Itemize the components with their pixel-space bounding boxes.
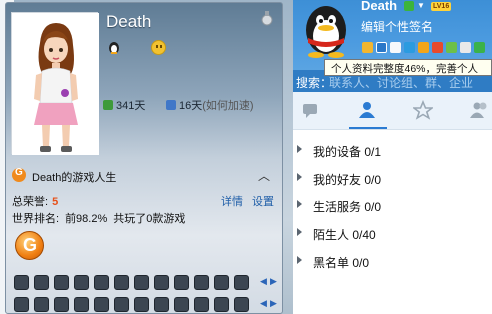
scroll-right-icon[interactable]: ▶ [270,276,277,287]
expand-arrow-icon [297,256,302,264]
collapse-chevron-icon[interactable]: ︿ [258,167,270,184]
service-icon-row-2: ◀ ▶ [10,295,280,313]
group-name: 陌生人 [313,228,350,242]
online-days: 341天 [103,97,145,113]
service-icon[interactable] [134,275,149,290]
weibo-icon[interactable] [404,42,415,53]
game-icon[interactable] [474,42,485,53]
profile-card: Death 341天 16天(如何加速) Death的游戏人生 ︿ 总荣誉:5 … [5,2,283,314]
qq-penguin-icon[interactable] [107,40,121,54]
group-count: 0/1 [364,145,382,159]
scroll-left-icon[interactable]: ◀ [260,276,267,287]
app-icon[interactable] [74,297,89,312]
contact-group[interactable]: 我的设备 0/1 [293,138,492,162]
group-name: 我的好友 [313,173,362,187]
service-icon[interactable] [154,297,169,312]
main-nickname[interactable]: Death [361,0,397,13]
tab-favorites-icon[interactable] [413,100,433,120]
service-icon[interactable] [134,297,149,312]
service-icon[interactable] [114,297,129,312]
game-center-icon[interactable] [15,231,44,260]
settings-link[interactable]: 设置 [252,193,274,209]
group-name: 生活服务 [313,200,362,214]
wallet-icon[interactable] [432,42,443,53]
photo-icon[interactable] [446,42,457,53]
group-name: 黑名单 [313,256,350,270]
group-count: 0/0 [364,200,382,214]
service-icon[interactable] [34,297,49,312]
service-icon[interactable] [114,275,129,290]
status-dropdown-icon[interactable]: ▼ [417,1,425,10]
expand-arrow-icon [297,200,302,208]
group-count: 0/0 [364,173,382,187]
group-count: 0/0 [352,256,370,270]
service-icon[interactable] [94,297,109,312]
expand-arrow-icon [297,173,302,181]
service-icon[interactable] [194,275,209,290]
service-icon[interactable] [174,297,189,312]
level-badge[interactable]: LV16 [431,2,452,11]
smiley-icon[interactable] [151,40,166,55]
speedup-link[interactable]: (如何加速) [202,100,253,112]
contact-group[interactable]: 我的好友 0/0 [293,166,492,190]
service-icon-row-1: ◀ ▶ [10,273,280,293]
game-section-title: Death的游戏人生 [32,172,117,184]
profile-nickname: Death [106,12,152,31]
service-icon[interactable] [154,275,169,290]
service-icon[interactable] [74,275,89,290]
expand-arrow-icon [297,145,302,153]
clock-icon [166,100,176,110]
shop-icon[interactable] [418,42,429,53]
service-icon[interactable] [194,297,209,312]
service-icon[interactable] [14,275,29,290]
contact-group[interactable]: 生活服务 0/0 [293,193,492,217]
qq-main-panel: Death ▼ LV16 编辑个性签名 搜索： 联系人、讨论组、群、企业 我的设… [293,0,492,314]
service-icon[interactable] [14,297,29,312]
contact-group[interactable]: 黑名单 0/0 [293,249,492,273]
panel-tabs [293,92,492,130]
service-icon[interactable] [214,297,229,312]
service-icon[interactable] [214,275,229,290]
star-icon[interactable] [362,42,373,53]
mail-icon[interactable] [390,42,401,53]
scroll-left-icon[interactable]: ◀ [260,298,267,309]
signature-input[interactable]: 编辑个性签名 [361,18,433,35]
qq-game-icon [12,167,26,182]
online-status-icon[interactable] [404,1,414,11]
service-icon[interactable] [34,275,49,290]
qq-avatar[interactable] [302,0,350,58]
qzone-icon[interactable] [376,42,387,53]
tab-contacts-icon[interactable] [357,100,377,120]
active-tab-indicator [349,127,387,129]
honor-stat: 总荣誉: 5 [12,196,59,208]
service-icon[interactable] [234,297,249,312]
tab-groups-icon[interactable] [469,100,489,120]
world-rank: 世界排名: 前98.2% 共玩了0款游戏 [12,213,186,225]
tab-messages-icon[interactable] [300,100,320,120]
service-icon[interactable] [234,275,249,290]
search-label: 搜索： [296,76,333,90]
contact-group[interactable]: 陌生人 0/40 [293,221,492,245]
group-count: 0/40 [352,228,376,242]
service-icon[interactable] [54,297,69,312]
profile-completeness-tooltip: 个人资料完整度46%，完善个人 [324,59,492,76]
active-days: 16天(如何加速) [166,97,254,113]
service-icon[interactable] [54,275,69,290]
detail-link[interactable]: 详情 [221,193,243,209]
avatar-show-image[interactable] [11,12,99,155]
app-icon[interactable] [460,42,471,53]
service-icon[interactable] [174,275,189,290]
calendar-icon [103,100,113,110]
service-icon[interactable] [94,275,109,290]
game-section-header: Death的游戏人生 ︿ [10,167,278,185]
gift-medal-icon[interactable] [260,11,274,27]
group-name: 我的设备 [313,145,362,159]
expand-arrow-icon [297,228,302,236]
feature-icon-row [362,42,492,56]
search-input[interactable]: 联系人、讨论组、群、企业 [329,74,473,91]
scroll-right-icon[interactable]: ▶ [270,298,277,309]
